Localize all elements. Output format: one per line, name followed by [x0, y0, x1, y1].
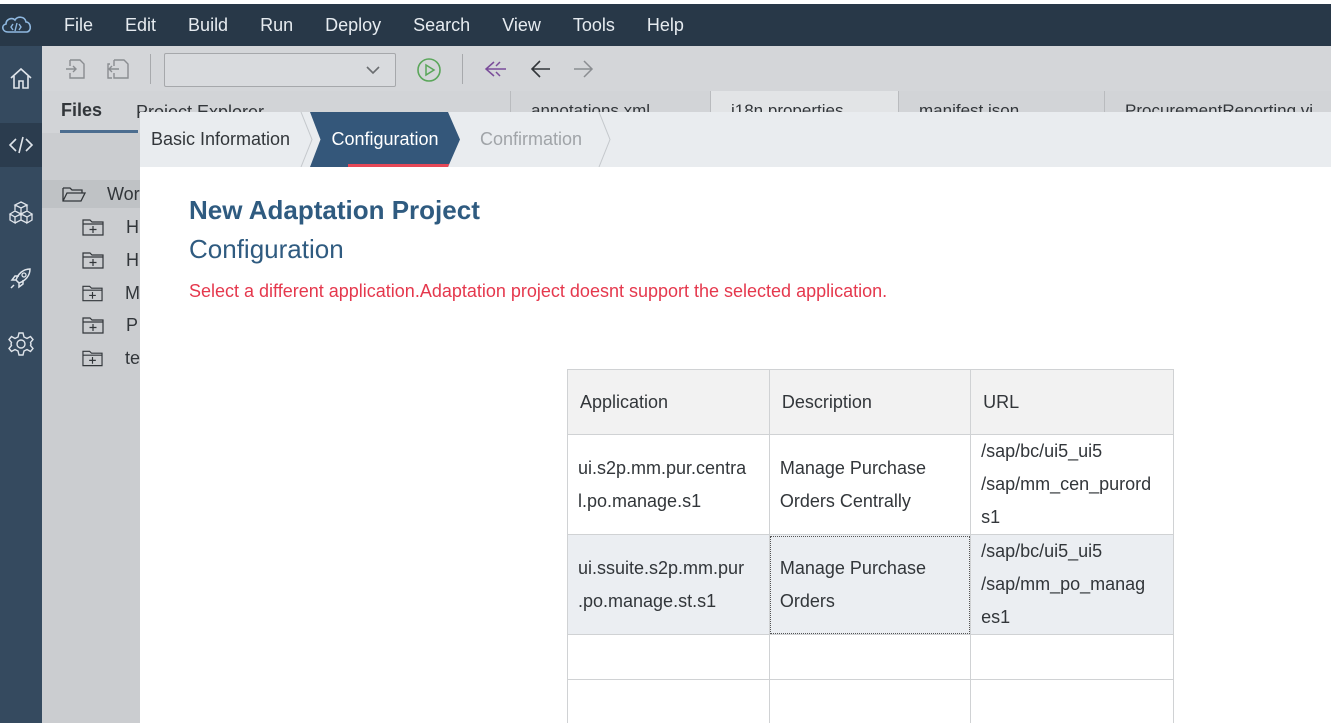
table-row-selected[interactable]: ui.ssuite.s2p.mm.pur .po.manage.st.s1 Man… — [567, 534, 1174, 635]
empty-cell — [567, 634, 770, 680]
empty-cell — [970, 679, 1174, 723]
tree-item[interactable]: M — [42, 279, 140, 307]
wizard-step-confirmation[interactable]: Confirmation — [480, 112, 582, 167]
menu-run[interactable]: Run — [244, 15, 309, 36]
tree-item-label: H — [126, 216, 139, 237]
cell-line: es1 — [981, 607, 1011, 627]
cell-application: ui.s2p.mm.pur.centra l.po.manage.s1 — [567, 434, 770, 535]
arrow-left-icon[interactable] — [528, 57, 554, 81]
cell-line: s1 — [981, 507, 1001, 527]
step-separator — [300, 112, 313, 167]
dialog-title: New Adaptation Project — [189, 195, 480, 225]
applications-table: Application Description URL ui.s2p.mm.pu… — [567, 369, 1174, 723]
run-icon[interactable] — [416, 57, 442, 83]
menubar: File Edit Build Run Deploy Search View T… — [0, 4, 1331, 46]
last-edit-location-icon[interactable] — [482, 57, 510, 81]
cell-line: Manage Purchase — [779, 457, 926, 478]
table-row-empty — [567, 634, 1174, 680]
table-row[interactable]: ui.s2p.mm.pur.centra l.po.manage.s1 Manag… — [567, 434, 1174, 535]
tree-item-label: H — [126, 249, 139, 270]
cell-line: l.po.manage.s1 — [578, 490, 702, 511]
menu-build[interactable]: Build — [172, 15, 244, 36]
tree-item[interactable]: te — [42, 344, 140, 372]
table-header-row: Application Description URL — [567, 369, 1174, 435]
dialog-subtitle: Configuration — [189, 234, 344, 264]
toolbar-separator — [462, 54, 463, 84]
folder-plus-icon — [82, 219, 104, 236]
arrow-right-icon[interactable] — [570, 57, 596, 81]
folder-plus-icon — [82, 285, 103, 302]
cell-line: ui.s2p.mm.pur.centra — [578, 457, 747, 478]
cell-url: /sap/bc/ui5_ui5/sap/mm_po_manag es1 — [970, 534, 1174, 635]
empty-cell — [768, 634, 972, 680]
tree-item[interactable]: H — [42, 246, 140, 274]
code-icon[interactable] — [0, 123, 42, 167]
tree-item-label: te — [124, 347, 140, 368]
menu-file[interactable]: File — [48, 15, 109, 36]
side-rail — [0, 46, 42, 723]
cell-line: ui.ssuite.s2p.mm.pur — [578, 557, 745, 578]
cell-description: Manage Purchase Orders — [768, 534, 972, 635]
run-configuration-select[interactable] — [164, 53, 396, 87]
tree-workspace-label: Wor — [107, 183, 140, 204]
cell-application: ui.ssuite.s2p.mm.pur .po.manage.st.s1 — [567, 534, 770, 635]
folder-plus-icon — [82, 317, 104, 334]
folder-open-icon — [62, 187, 86, 202]
cloud-code-logo-icon[interactable] — [0, 13, 34, 37]
folder-plus-icon — [82, 350, 103, 367]
gear-icon[interactable] — [0, 322, 42, 366]
empty-cell — [567, 679, 770, 723]
column-header-description: Description — [768, 369, 972, 435]
cell-line: /sap/bc/ui5_ui5 — [981, 441, 1103, 461]
chevron-down-icon — [366, 66, 380, 75]
cell-line: .po.manage.st.s1 — [578, 590, 717, 611]
menu-search[interactable]: Search — [397, 15, 486, 36]
home-icon[interactable] — [0, 56, 42, 100]
menu-tools[interactable]: Tools — [557, 15, 631, 36]
cell-line: /sap/mm_cen_purord — [981, 474, 1152, 494]
column-header-url: URL — [970, 369, 1174, 435]
tree-item[interactable]: H — [42, 213, 140, 241]
cell-line: Orders Centrally — [779, 490, 911, 511]
empty-cell — [768, 679, 972, 723]
cell-description: Manage Purchase Orders Centrally — [768, 434, 972, 535]
empty-cell — [970, 634, 1174, 680]
tree-item-label: P — [126, 314, 139, 335]
column-header-application: Application — [567, 369, 770, 435]
step-separator — [598, 112, 611, 167]
menu-deploy[interactable]: Deploy — [309, 15, 397, 36]
tree-item-label: M — [125, 282, 140, 303]
tree-item[interactable]: P — [42, 311, 140, 339]
cubes-icon[interactable] — [0, 191, 42, 235]
wizard-step-label: Configuration — [331, 129, 439, 149]
cell-url: /sap/bc/ui5_ui5/sap/mm_cen_purord s1 — [970, 434, 1174, 535]
table-row-empty — [567, 679, 1174, 723]
wizard-steps: Basic Information Configuration Confirma… — [140, 112, 1331, 167]
cell-line: /sap/bc/ui5_ui5 — [981, 541, 1103, 561]
cell-line: Orders — [779, 590, 835, 611]
cell-line: Manage Purchase — [779, 557, 926, 578]
new-adaptation-project-dialog: Basic Information Configuration Confirma… — [140, 112, 1331, 723]
menu-edit[interactable]: Edit — [109, 15, 172, 36]
import-icon[interactable] — [64, 57, 88, 81]
tab-files[interactable]: Files — [60, 91, 138, 133]
rocket-icon[interactable] — [0, 256, 42, 300]
export-icon[interactable] — [106, 57, 130, 81]
menu-help[interactable]: Help — [631, 15, 700, 36]
wizard-step-basic-information[interactable]: Basic Information — [151, 112, 290, 167]
menu-view[interactable]: View — [486, 15, 557, 36]
error-message: Select a different application.Adaptatio… — [189, 281, 888, 301]
tree-workspace[interactable]: Wor — [42, 180, 140, 208]
folder-plus-icon — [82, 252, 104, 269]
cell-line: /sap/mm_po_manag — [981, 574, 1146, 594]
wizard-step-configuration[interactable]: Configuration — [310, 112, 460, 167]
toolbar — [42, 46, 1331, 91]
toolbar-separator — [150, 54, 151, 84]
